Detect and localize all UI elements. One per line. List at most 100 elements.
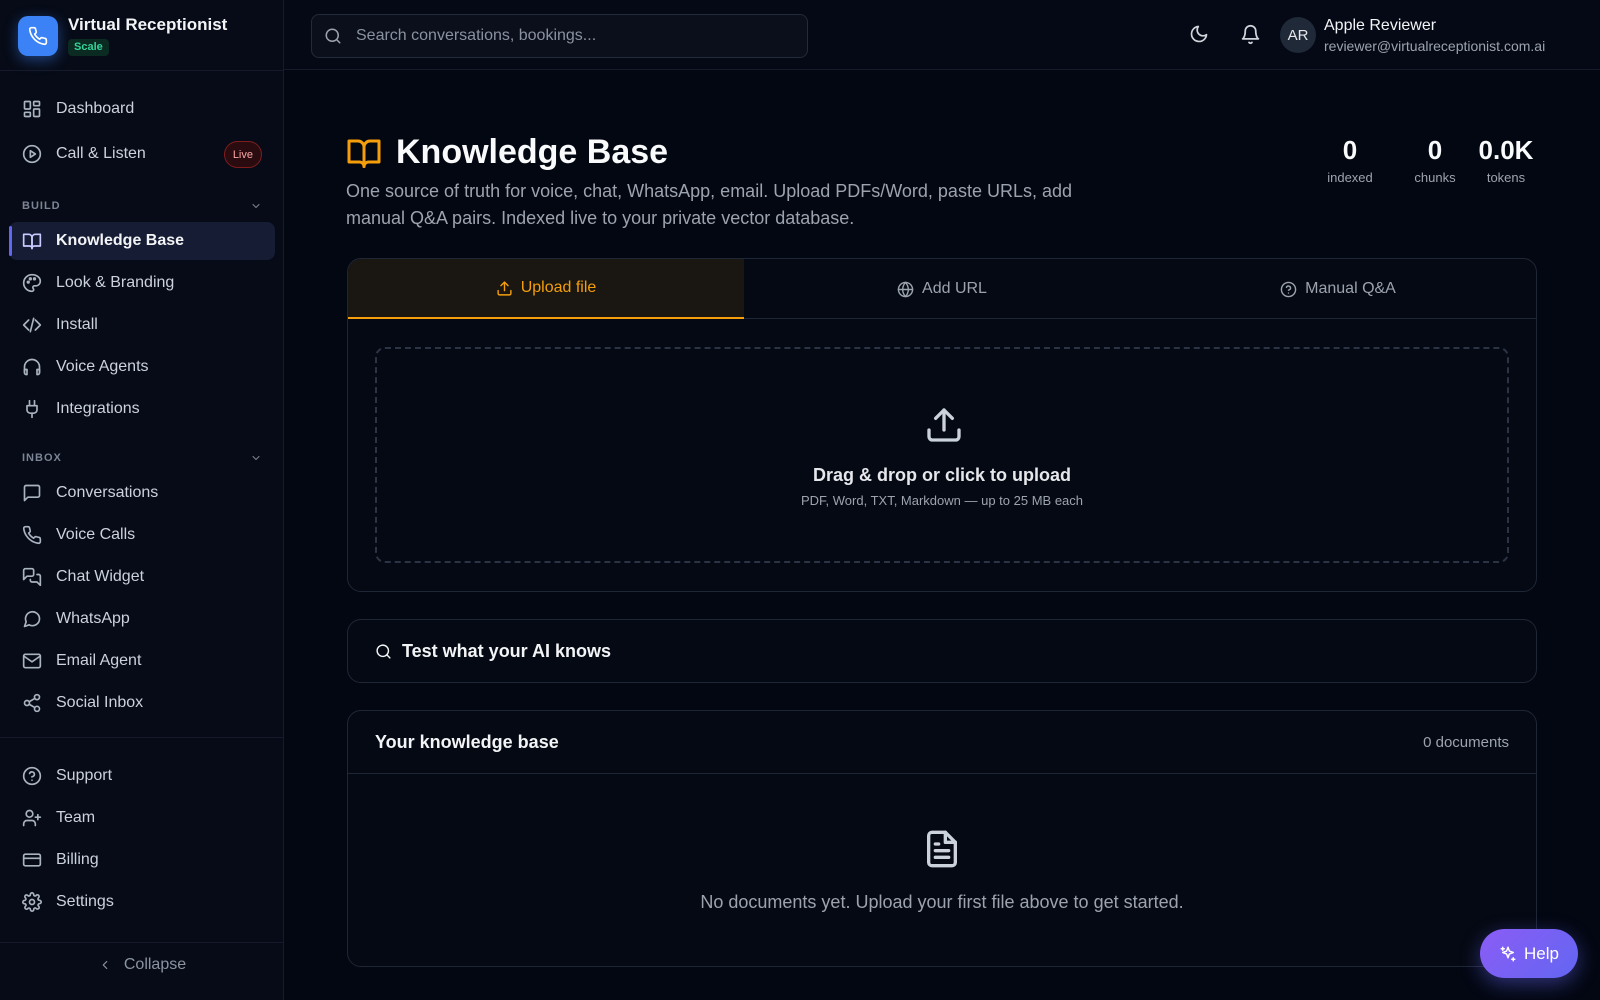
tab-manual-qa[interactable]: Manual Q&A bbox=[1140, 259, 1536, 319]
tab-upload-file[interactable]: Upload file bbox=[348, 259, 744, 319]
collapse-button[interactable]: Collapse bbox=[0, 956, 284, 974]
play-circle-icon bbox=[22, 144, 42, 164]
phone-icon bbox=[22, 525, 42, 545]
sidebar-item-support[interactable]: Support bbox=[9, 757, 275, 795]
theme-toggle-button[interactable] bbox=[1189, 24, 1209, 44]
chevron-down-icon bbox=[252, 456, 260, 460]
sidebar-item-label: Social Inbox bbox=[56, 694, 144, 711]
mail-icon bbox=[22, 653, 42, 669]
dropzone-title: Drag & drop or click to upload bbox=[812, 465, 1072, 485]
sidebar-item-label: Billing bbox=[56, 851, 99, 868]
search-icon bbox=[376, 643, 391, 659]
page-title: Knowledge Base bbox=[396, 133, 669, 171]
sidebar-item-settings[interactable]: Settings bbox=[9, 883, 275, 921]
user-name[interactable]: Apple Reviewer bbox=[1324, 17, 1436, 35]
section-inbox[interactable]: INBOX bbox=[22, 452, 262, 464]
search-icon bbox=[325, 28, 341, 44]
sidebar-item-chat-widget[interactable]: Chat Widget bbox=[9, 558, 275, 596]
help-circle-icon bbox=[22, 766, 42, 786]
page-header: Knowledge Base bbox=[346, 133, 668, 172]
sidebar-item-knowledge-base[interactable]: Knowledge Base bbox=[9, 222, 275, 260]
kb-document-count: 0 documents bbox=[1423, 733, 1509, 751]
sidebar: Virtual Receptionist Scale Dashboard Cal… bbox=[0, 0, 284, 1000]
sidebar-item-label: Chat Widget bbox=[56, 568, 145, 585]
share-icon bbox=[23, 693, 41, 713]
sidebar-item-dashboard[interactable]: Dashboard bbox=[9, 90, 275, 128]
sidebar-item-billing[interactable]: Billing bbox=[9, 841, 275, 879]
search-input[interactable] bbox=[356, 27, 776, 45]
sidebar-item-label: Install bbox=[56, 316, 98, 333]
sparkles-icon bbox=[1500, 946, 1516, 961]
sidebar-item-label: WhatsApp bbox=[56, 610, 130, 627]
book-icon bbox=[22, 233, 42, 250]
user-plus-icon bbox=[22, 809, 42, 827]
bell-icon bbox=[1241, 24, 1260, 45]
dashboard-icon bbox=[23, 100, 41, 118]
sidebar-item-call-listen[interactable]: Call & Listen Live bbox=[9, 135, 275, 173]
phone-icon bbox=[18, 15, 58, 56]
stat-indexed: 0 indexed bbox=[1327, 135, 1373, 185]
source-tabs: Upload file Add URL Manual Q&A bbox=[348, 259, 1536, 319]
gear-icon bbox=[22, 892, 42, 912]
sidebar-item-team[interactable]: Team bbox=[9, 799, 275, 837]
sidebar-item-integrations[interactable]: Integrations bbox=[9, 390, 275, 428]
sidebar-item-look-branding[interactable]: Look & Branding bbox=[9, 264, 275, 302]
sidebar-item-label: Team bbox=[56, 809, 96, 826]
sidebar-item-social-inbox[interactable]: Social Inbox bbox=[9, 684, 275, 722]
sidebar-item-label: Knowledge Base bbox=[56, 232, 185, 249]
file-text-icon bbox=[927, 830, 957, 868]
test-ai-label: Test what your AI knows bbox=[402, 640, 612, 661]
help-circle-icon bbox=[1280, 281, 1297, 297]
upload-dropzone[interactable]: Drag & drop or click to upload PDF, Word… bbox=[375, 347, 1509, 563]
page-subtitle: One source of truth for voice, chat, Wha… bbox=[346, 181, 1072, 228]
kb-title: Your knowledge base bbox=[375, 731, 559, 752]
upload-icon bbox=[497, 280, 512, 296]
source-card: Upload file Add URL Manual Q&A Drag & dr… bbox=[347, 258, 1537, 592]
sidebar-item-conversations[interactable]: Conversations bbox=[9, 474, 275, 512]
sidebar-item-whatsapp[interactable]: WhatsApp bbox=[9, 600, 275, 638]
sidebar-item-install[interactable]: Install bbox=[9, 306, 275, 344]
knowledge-base-card: Your knowledge base 0 documents No docum… bbox=[347, 710, 1537, 967]
test-ai-card[interactable]: Test what your AI knows bbox=[347, 619, 1537, 683]
upload-icon bbox=[927, 408, 961, 442]
avatar[interactable]: AR bbox=[1280, 17, 1316, 53]
sidebar-divider bbox=[0, 942, 284, 943]
sidebar-item-voice-agents[interactable]: Voice Agents bbox=[9, 348, 275, 386]
moon-icon bbox=[1190, 25, 1208, 43]
kb-header: Your knowledge base 0 documents bbox=[348, 711, 1536, 774]
sidebar-item-label: Voice Agents bbox=[56, 358, 149, 375]
chevron-left-icon bbox=[102, 960, 108, 970]
messages-icon bbox=[22, 567, 42, 587]
brand-name: Virtual Receptionist bbox=[68, 15, 228, 34]
sidebar-item-email-agent[interactable]: Email Agent bbox=[9, 642, 275, 680]
book-icon bbox=[347, 139, 381, 168]
tab-add-url[interactable]: Add URL bbox=[744, 259, 1140, 319]
sidebar-item-label: Email Agent bbox=[56, 652, 142, 669]
search-box[interactable] bbox=[311, 14, 808, 58]
sidebar-item-label: Call & Listen bbox=[56, 145, 146, 162]
globe-icon bbox=[897, 281, 914, 297]
message-square-icon bbox=[23, 484, 41, 502]
chevron-down-icon bbox=[252, 204, 260, 208]
headphones-icon bbox=[23, 358, 41, 376]
sidebar-item-label: Look & Branding bbox=[56, 274, 175, 291]
message-circle-icon bbox=[23, 610, 41, 628]
sidebar-item-voice-calls[interactable]: Voice Calls bbox=[9, 516, 275, 554]
help-button[interactable]: Help bbox=[1480, 929, 1578, 978]
brand[interactable]: Virtual Receptionist Scale bbox=[18, 15, 227, 56]
sidebar-item-label: Integrations bbox=[56, 400, 140, 417]
live-badge: Live bbox=[223, 141, 262, 168]
palette-icon bbox=[22, 273, 42, 293]
notifications-button[interactable] bbox=[1240, 24, 1261, 45]
stat-tokens: 0.0K tokens bbox=[1478, 135, 1534, 185]
sidebar-item-label: Settings bbox=[56, 893, 114, 910]
credit-card-icon bbox=[22, 853, 42, 867]
sidebar-item-label: Voice Calls bbox=[56, 526, 136, 543]
plug-icon bbox=[26, 399, 38, 419]
sidebar-item-label: Conversations bbox=[56, 484, 159, 501]
sidebar-item-label: Support bbox=[56, 767, 113, 784]
section-build[interactable]: BUILD bbox=[22, 200, 262, 212]
empty-state-text: No documents yet. Upload your first file… bbox=[700, 892, 1184, 912]
dropzone-hint: PDF, Word, TXT, Markdown — up to 25 MB e… bbox=[800, 493, 1084, 508]
sidebar-item-label: Dashboard bbox=[56, 100, 135, 117]
